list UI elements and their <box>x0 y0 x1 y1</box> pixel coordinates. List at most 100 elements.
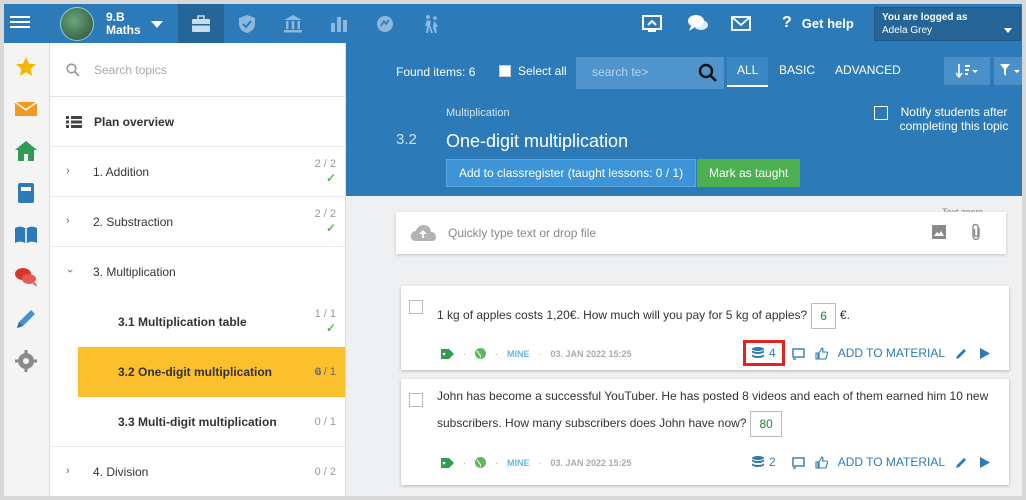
plan-overview[interactable]: Plan overview <box>50 97 345 147</box>
filter-button[interactable] <box>994 57 1022 85</box>
statistics-tab[interactable] <box>316 4 362 43</box>
exercise-question: 1 kg of apples costs 1,20€. How much wil… <box>437 302 850 329</box>
badge-icon <box>377 15 393 32</box>
play-icon[interactable] <box>978 347 991 360</box>
created-date: 03. JAN 2022 15:25 <box>550 348 632 359</box>
thumbs-up-icon[interactable] <box>815 455 828 469</box>
usage-count[interactable]: 4 <box>743 340 785 366</box>
topic-item[interactable]: › 2. Substraction 2 / 2 ✓ <box>50 197 345 247</box>
material-search-input[interactable] <box>592 65 682 79</box>
notebook-icon[interactable] <box>14 181 38 205</box>
exercise-meta: · · MINE · 03. JAN 2022 15:25 <box>441 457 632 468</box>
check-icon: ✓ <box>325 321 336 335</box>
chevron-down-icon: › <box>63 269 76 273</box>
class-subject: Maths <box>106 23 141 37</box>
chevron-right-icon: › <box>66 465 70 477</box>
search-icon <box>66 62 80 77</box>
add-to-material-button[interactable]: ADD TO MATERIAL <box>838 346 945 360</box>
paperclip-icon[interactable] <box>970 223 982 241</box>
found-items: Found items: 6 <box>396 65 476 79</box>
tag-icon[interactable] <box>441 348 454 359</box>
shield-icon <box>239 14 255 33</box>
activities-tab[interactable] <box>408 4 454 43</box>
exercise-card[interactable]: John has become a successful YouTuber. H… <box>401 379 1009 485</box>
gear-icon[interactable] <box>14 349 38 373</box>
chevron-right-icon: › <box>66 165 70 177</box>
topic-search-input[interactable] <box>94 62 294 77</box>
notify-checkbox[interactable] <box>874 106 888 120</box>
filter-basic[interactable]: BASIC <box>779 63 815 77</box>
user-name: Adela Grey <box>882 25 933 36</box>
chevron-right-icon: › <box>66 215 70 227</box>
topic-number: 3.2 <box>396 131 417 148</box>
pencil-icon[interactable] <box>14 307 38 331</box>
star-icon[interactable] <box>14 55 38 79</box>
briefcase-tab[interactable] <box>178 4 224 43</box>
subtopic-item[interactable]: 3.1 Multiplication table 1 / 1 ✓ <box>50 297 345 347</box>
globe-icon[interactable] <box>475 348 486 359</box>
help-button[interactable]: ? Get help <box>782 14 854 32</box>
filter-all[interactable]: ALL <box>727 57 769 87</box>
cast-icon[interactable] <box>791 347 805 360</box>
sort-button[interactable] <box>944 57 990 85</box>
notify-students[interactable]: Notify students after completing this to… <box>874 105 1010 133</box>
discussion-icon[interactable] <box>14 265 38 289</box>
image-icon[interactable] <box>932 225 946 239</box>
tag-icon[interactable] <box>441 457 454 468</box>
database-icon <box>752 455 764 467</box>
exercise-checkbox[interactable] <box>409 300 423 314</box>
envelope-icon[interactable] <box>14 97 38 121</box>
filter-advanced[interactable]: ADVANCED <box>835 63 901 77</box>
subtopic-item[interactable]: 3.3 Multi-digit multiplication 0 / 1 <box>50 397 345 447</box>
edit-pencil-icon[interactable] <box>955 456 968 469</box>
caret-down-icon <box>150 20 163 28</box>
topic-item[interactable]: › 1. Addition 2 / 2 ✓ <box>50 147 345 197</box>
shield-tab[interactable] <box>224 4 270 43</box>
quick-upload-box[interactable]: Quickly type text or drop file <box>396 212 1006 254</box>
select-all[interactable]: Select all <box>499 64 567 78</box>
login-status: You are logged as <box>882 12 968 23</box>
usage-count[interactable]: 2 <box>746 452 782 472</box>
hamburger-menu-icon[interactable] <box>10 13 30 33</box>
class-selector[interactable]: 9.B Maths <box>60 6 163 42</box>
search-icon[interactable] <box>698 63 718 83</box>
briefcase-icon <box>192 14 210 32</box>
thumbs-up-icon[interactable] <box>815 346 828 360</box>
main-content: Found items: 6 Select all ALL BASIC ADVA… <box>346 43 1022 496</box>
add-to-material-button[interactable]: ADD TO MATERIAL <box>838 455 945 469</box>
globe-icon[interactable] <box>475 457 486 468</box>
topic-item[interactable]: › 4. Division 0 / 2 <box>50 447 345 496</box>
screen-share-icon[interactable] <box>641 13 663 33</box>
institution-tab[interactable] <box>270 4 316 43</box>
user-menu[interactable]: You are logged as Adela Grey <box>874 7 1021 41</box>
institution-icon <box>284 14 302 32</box>
class-avatar <box>60 7 94 41</box>
badge-tab[interactable] <box>362 4 408 43</box>
exercise-checkbox[interactable] <box>409 393 423 407</box>
topic-item[interactable]: › 3. Multiplication <box>50 247 345 297</box>
funnel-icon <box>1000 64 1020 76</box>
chat-icon[interactable] <box>687 13 709 33</box>
answer-box: 6 <box>811 302 836 329</box>
check-icon: ✓ <box>325 171 336 185</box>
walking-people-icon <box>425 14 438 33</box>
select-all-checkbox[interactable] <box>499 65 511 77</box>
play-icon[interactable] <box>978 456 991 469</box>
database-icon <box>752 346 764 358</box>
mail-icon[interactable] <box>730 13 752 33</box>
top-bar: 9.B Maths ? Get help You are logged as A… <box>4 4 1022 43</box>
answer-box: 80 <box>750 410 782 437</box>
home-icon[interactable] <box>14 139 38 163</box>
caret-down-icon <box>1004 28 1012 33</box>
app-window: 9.B Maths ? Get help You are logged as A… <box>0 0 1026 500</box>
exercise-actions: 4 ADD TO MATERIAL <box>743 340 991 366</box>
topic-subject: Multiplication <box>446 107 510 119</box>
edit-pencil-icon[interactable] <box>955 347 968 360</box>
exercise-card[interactable]: 1 kg of apples costs 1,20€. How much wil… <box>401 286 1009 370</box>
cast-icon[interactable] <box>791 456 805 469</box>
check-icon: ✓ <box>325 221 336 235</box>
open-book-icon[interactable] <box>14 223 38 247</box>
add-to-classregister-button[interactable]: Add to classregister (taught lessons: 0 … <box>446 159 697 187</box>
mark-as-taught-button[interactable]: Mark as taught <box>697 159 801 187</box>
subtopic-item-active[interactable]: 3.2 One-digit multiplication 6 0 / 1 <box>78 347 345 397</box>
